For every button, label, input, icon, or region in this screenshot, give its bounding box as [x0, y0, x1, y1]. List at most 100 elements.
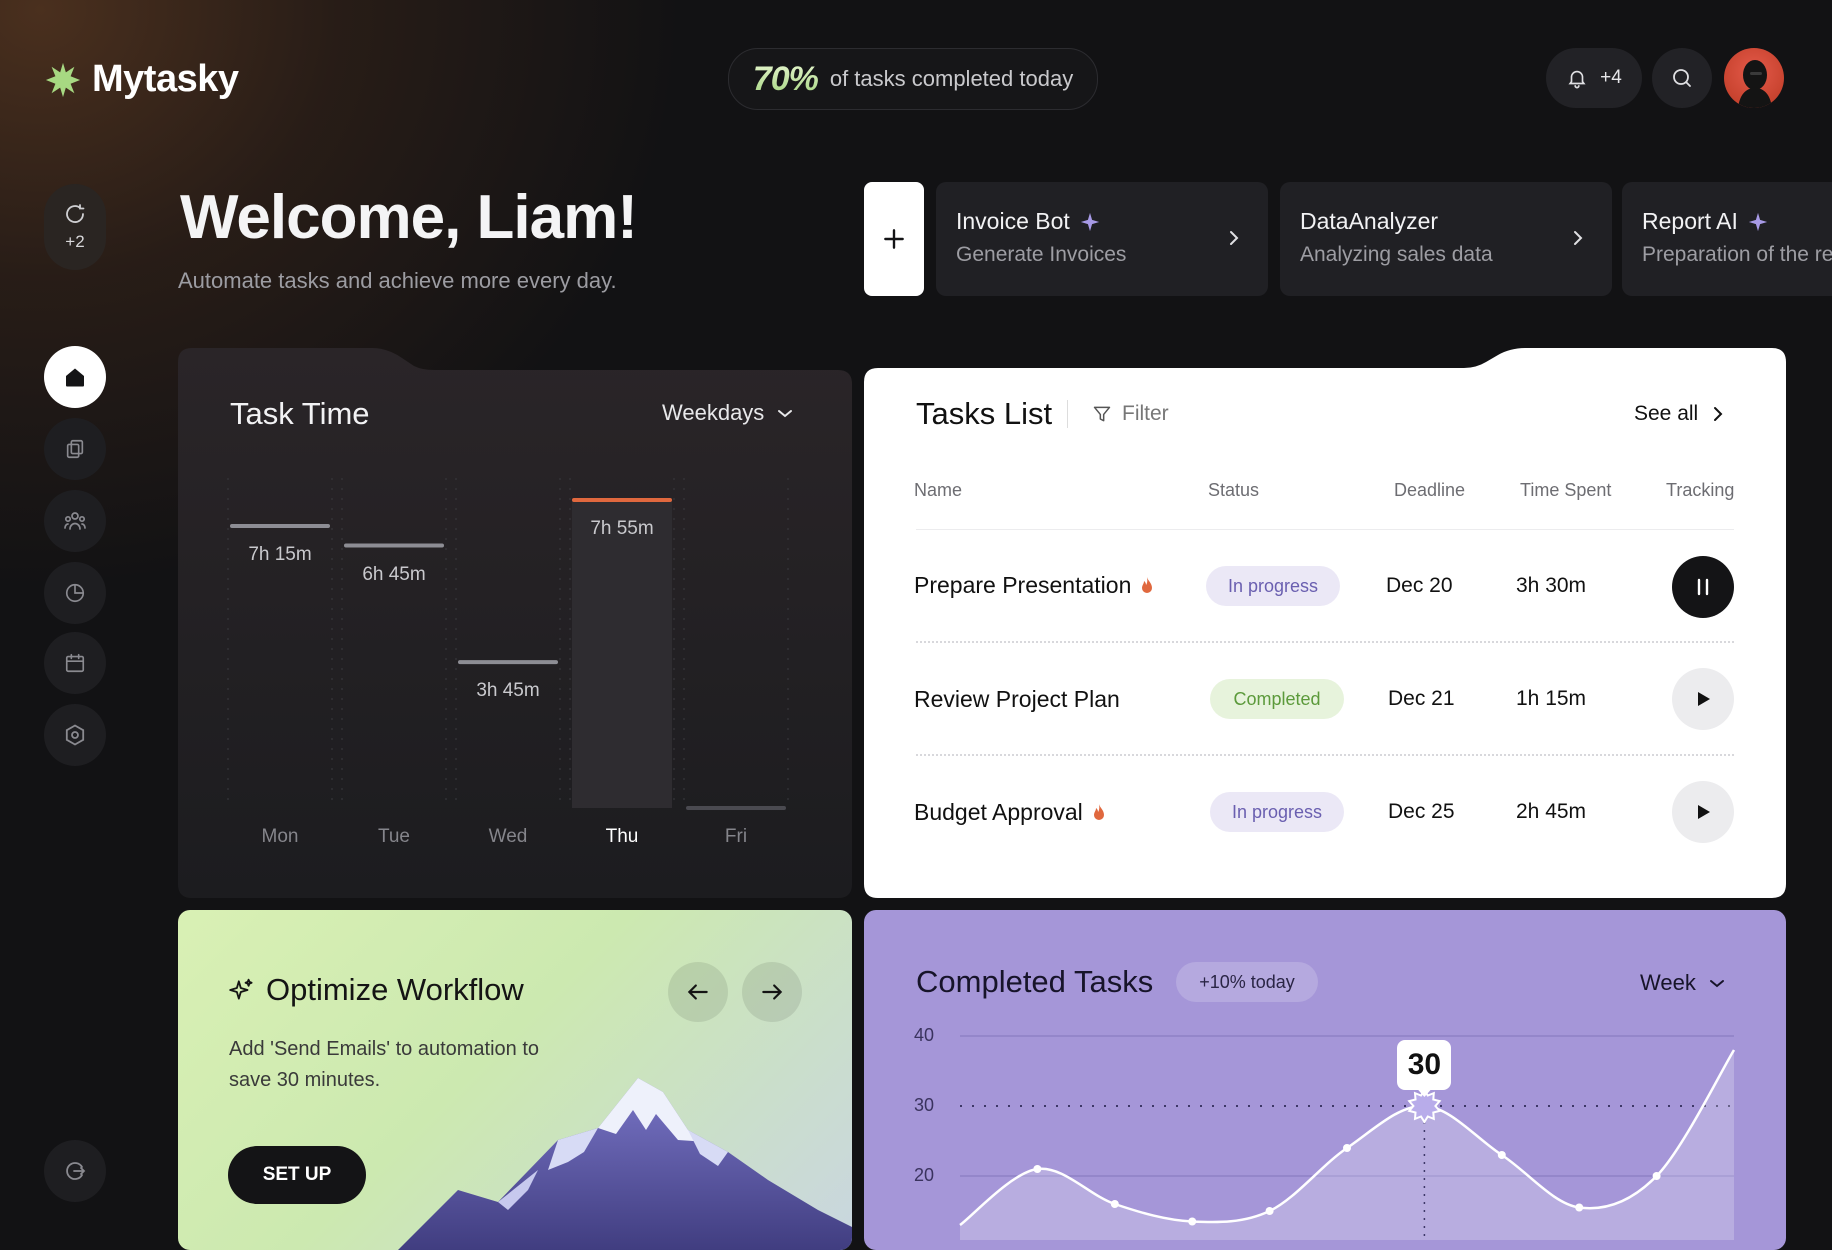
bot-name: Report AI — [1642, 208, 1738, 234]
deadline-cell: Dec 21 — [1388, 687, 1455, 710]
app-name: Mytasky — [92, 58, 239, 100]
welcome-title: Welcome, Liam! — [180, 183, 638, 252]
task-name-label: Budget Approval — [914, 799, 1083, 825]
see-all-link[interactable]: See all — [1634, 402, 1724, 426]
user-avatar[interactable] — [1724, 48, 1784, 108]
sparkles-icon — [229, 978, 253, 1000]
sync-count: +2 — [65, 232, 85, 251]
header-divider — [916, 529, 1734, 530]
calendar-icon — [65, 653, 85, 673]
progress-text: of tasks completed today — [829, 66, 1074, 91]
bar-value-line-fri[interactable] — [686, 806, 786, 810]
time-spent-cell: 3h 30m — [1516, 574, 1587, 597]
bot-name: DataAnalyzer — [1300, 208, 1439, 234]
column-header-time-spent[interactable]: Time Spent — [1520, 480, 1611, 501]
task-time-chart — [227, 478, 789, 810]
task-name-label: Review Project Plan — [914, 686, 1120, 712]
column-header-status[interactable]: Status — [1208, 480, 1259, 501]
play-tracking-button[interactable] — [1672, 781, 1734, 843]
day-label: Tue — [377, 826, 411, 847]
settings-icon — [65, 724, 85, 746]
sparkle-icon — [1748, 212, 1768, 231]
bar-value-line-wed[interactable] — [458, 660, 558, 665]
data-point[interactable] — [1033, 1165, 1042, 1173]
row-divider — [916, 641, 1734, 643]
y-tick-label: 40 — [914, 1025, 935, 1045]
title-divider — [1067, 400, 1068, 428]
time-spent-cell: 2h 45m — [1516, 800, 1587, 823]
column-header-tracking[interactable]: Tracking — [1666, 480, 1734, 501]
nav-team[interactable] — [44, 490, 106, 552]
bar-thu[interactable] — [572, 500, 672, 808]
column-header-name[interactable]: Name — [914, 480, 962, 501]
nav-settings[interactable] — [44, 704, 106, 766]
day-label: Fri — [724, 826, 748, 847]
bot-desc: Analyzing sales data — [1300, 243, 1493, 266]
data-point[interactable] — [1575, 1203, 1584, 1212]
optimize-description: Add 'Send Emails' to automation to save … — [229, 1038, 540, 1091]
status-badge: Completed — [1210, 679, 1344, 719]
nav-home[interactable] — [44, 346, 106, 408]
logout-icon — [66, 1162, 86, 1180]
nav-calendar[interactable] — [44, 632, 106, 694]
data-point[interactable] — [1652, 1172, 1661, 1180]
deadline-cell: Dec 25 — [1388, 800, 1455, 823]
daily-progress-pill: 70% of tasks completed today — [728, 48, 1098, 110]
logout-button[interactable] — [44, 1140, 106, 1202]
play-icon — [1698, 692, 1710, 706]
progress-value: 70% — [752, 59, 819, 98]
logo-star-icon — [45, 62, 81, 97]
filter-label: Filter — [1122, 402, 1169, 425]
optimize-title-label: Optimize Workflow — [266, 972, 524, 1007]
sync-button[interactable]: +2 — [44, 184, 106, 270]
column-header-deadline[interactable]: Deadline — [1394, 480, 1465, 501]
data-point[interactable] — [1343, 1144, 1351, 1152]
completed-tasks-chart — [959, 1035, 1736, 1240]
bot-card-report-ai[interactable]: Report AI Preparation of the re — [1622, 182, 1832, 296]
chevron-right-icon — [1574, 231, 1583, 245]
day-label: Wed — [488, 826, 528, 847]
app-logo[interactable]: Mytasky — [44, 58, 239, 101]
data-point[interactable] — [1110, 1200, 1119, 1208]
pie-chart-icon — [65, 583, 85, 603]
welcome-subtitle: Automate tasks and achieve more every da… — [178, 268, 617, 293]
next-button[interactable] — [742, 962, 802, 1022]
data-point[interactable] — [1497, 1151, 1506, 1159]
bot-card-invoice[interactable]: Invoice Bot Generate Invoices — [936, 182, 1268, 296]
task-name[interactable]: Review Project Plan — [914, 686, 1120, 713]
bar-value-label: 7h 55m — [590, 518, 654, 539]
status-badge: In progress — [1206, 566, 1340, 606]
data-point[interactable] — [1188, 1217, 1197, 1226]
nav-reports[interactable] — [44, 562, 106, 624]
task-name[interactable]: Prepare Presentation — [914, 572, 1155, 599]
filter-button[interactable]: Filter — [1092, 402, 1169, 426]
pause-tracking-button[interactable] — [1672, 556, 1734, 618]
add-automation-button[interactable] — [864, 182, 924, 296]
day-label: Thu — [605, 826, 639, 847]
nav-copy[interactable] — [44, 418, 106, 480]
arrow-right-icon — [762, 984, 783, 1000]
day-label: Mon — [261, 826, 299, 847]
bell-icon — [1568, 70, 1586, 89]
previous-button[interactable] — [668, 962, 728, 1022]
time-spent-cell: 1h 15m — [1516, 687, 1587, 710]
fire-icon — [1142, 576, 1153, 593]
row-divider — [916, 754, 1734, 756]
bot-desc: Generate Invoices — [956, 243, 1127, 266]
notifications-count: +4 — [1600, 67, 1622, 88]
bar-value-line-thu[interactable] — [572, 498, 672, 502]
play-tracking-button[interactable] — [1672, 668, 1734, 730]
bar-value-line-mon[interactable] — [230, 524, 330, 529]
filter-icon — [1093, 406, 1111, 422]
bar-value-line-tue[interactable] — [344, 543, 444, 548]
bot-card-dataanalyzer[interactable]: DataAnalyzer Analyzing sales data — [1280, 182, 1612, 296]
y-tick-label: 30 — [914, 1095, 935, 1115]
search-button[interactable] — [1652, 48, 1712, 108]
team-icon — [64, 512, 86, 530]
task-name[interactable]: Budget Approval — [914, 799, 1107, 826]
peak-value-label: 30 — [1397, 1040, 1452, 1090]
notifications-button[interactable]: +4 — [1546, 48, 1642, 108]
setup-button[interactable]: SET UP — [228, 1146, 366, 1204]
tasks-list-title: Tasks List — [916, 396, 1053, 431]
data-point[interactable] — [1265, 1207, 1274, 1215]
